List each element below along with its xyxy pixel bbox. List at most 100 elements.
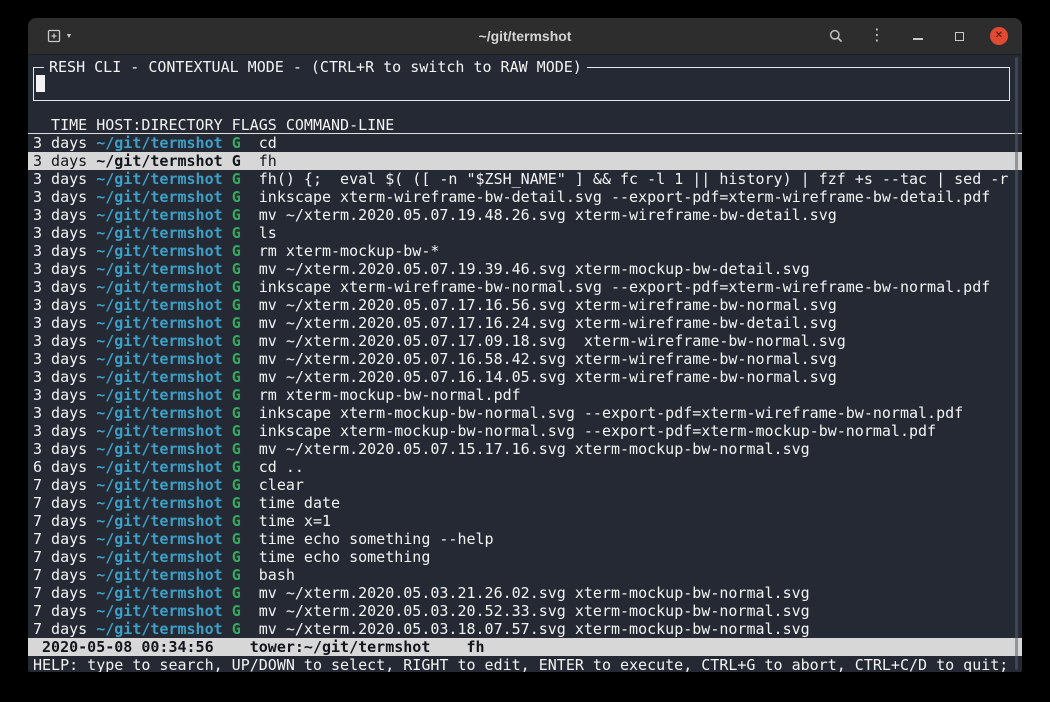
row-flags: G [232,422,241,440]
row-gap [223,494,232,512]
row-directory: ~/git/termshot [96,494,222,512]
blank-line [28,101,1022,116]
history-row[interactable]: 3 days ~/git/termshot G rm xterm-mockup-… [28,242,1022,260]
row-time: 3 days [33,296,96,314]
row-directory: ~/git/termshot [96,476,222,494]
history-row[interactable]: 3 days ~/git/termshot G mv ~/xterm.2020.… [28,350,1022,368]
row-directory: ~/git/termshot [96,584,222,602]
history-row[interactable]: 3 days ~/git/termshot G mv ~/xterm.2020.… [28,296,1022,314]
row-command: inkscape xterm-mockup-bw-normal.svg --ex… [241,404,963,422]
row-gap [223,584,232,602]
history-row[interactable]: 7 days ~/git/termshot G clear [28,476,1022,494]
close-button[interactable]: ✕ [990,27,1008,45]
history-row-selected[interactable]: 3 days ~/git/termshot G fh [28,152,1022,170]
row-gap [223,422,232,440]
restore-button[interactable] [949,24,969,48]
row-gap [223,458,232,476]
history-row[interactable]: 6 days ~/git/termshot G cd .. [28,458,1022,476]
row-time: 7 days [33,620,96,638]
history-row[interactable]: 7 days ~/git/termshot G time echo someth… [28,530,1022,548]
row-flags: G [232,332,241,350]
row-time: 7 days [33,548,96,566]
history-row[interactable]: 3 days ~/git/termshot G mv ~/xterm.2020.… [28,440,1022,458]
row-gap [223,224,232,242]
history-row[interactable]: 7 days ~/git/termshot G mv ~/xterm.2020.… [28,620,1022,638]
row-gap [223,260,232,278]
row-gap [223,440,232,458]
row-directory: ~/git/termshot [96,242,222,260]
row-command: clear [241,476,304,494]
row-command: time date [241,494,340,512]
row-gap [223,404,232,422]
row-command: cd [241,134,277,152]
row-command: rm xterm-mockup-bw-* [241,242,440,260]
row-flags: G [232,170,241,188]
history-row[interactable]: 7 days ~/git/termshot G mv ~/xterm.2020.… [28,602,1022,620]
history-row[interactable]: 3 days ~/git/termshot G ls [28,224,1022,242]
row-directory: ~/git/termshot [96,368,222,386]
row-time: 3 days [33,206,96,224]
row-gap [223,134,232,152]
history-row[interactable]: 3 days ~/git/termshot G inkscape xterm-w… [28,188,1022,206]
search-input[interactable]: RESH CLI - CONTEXTUAL MODE - (CTRL+R to … [33,67,1010,101]
row-gap [223,314,232,332]
history-row[interactable]: 3 days ~/git/termshot G fh() {; eval $( … [28,170,1022,188]
history-row[interactable]: 3 days ~/git/termshot G mv ~/xterm.2020.… [28,314,1022,332]
row-directory: ~/git/termshot [96,152,222,170]
row-directory: ~/git/termshot [96,170,222,188]
row-time: 3 days [33,134,96,152]
new-tab-button[interactable]: ▼ [42,24,76,48]
history-row[interactable]: 7 days ~/git/termshot G time date [28,494,1022,512]
history-row[interactable]: 7 days ~/git/termshot G bash [28,566,1022,584]
row-flags: G [232,512,241,530]
scrollbar[interactable] [1015,57,1018,670]
history-row[interactable]: 3 days ~/git/termshot G mv ~/xterm.2020.… [28,332,1022,350]
history-row[interactable]: 3 days ~/git/termshot G mv ~/xterm.2020.… [28,260,1022,278]
row-command: time x=1 [241,512,331,530]
history-row[interactable]: 3 days ~/git/termshot G mv ~/xterm.2020.… [28,206,1022,224]
history-row[interactable]: 3 days ~/git/termshot G cd [28,134,1022,152]
history-row[interactable]: 3 days ~/git/termshot G inkscape xterm-w… [28,278,1022,296]
history-row[interactable]: 7 days ~/git/termshot G time x=1 [28,512,1022,530]
row-flags: G [232,584,241,602]
restore-icon [955,32,964,41]
row-flags: G [232,242,241,260]
row-command: mv ~/xterm.2020.05.07.19.39.46.svg xterm… [241,260,810,278]
row-directory: ~/git/termshot [96,350,222,368]
row-directory: ~/git/termshot [96,206,222,224]
row-flags: G [232,224,241,242]
row-directory: ~/git/termshot [96,404,222,422]
search-button[interactable] [826,24,846,48]
row-flags: G [232,494,241,512]
row-flags: G [232,206,241,224]
minimize-icon [913,38,923,40]
row-time: 7 days [33,512,96,530]
row-gap [223,368,232,386]
history-row[interactable]: 3 days ~/git/termshot G inkscape xterm-m… [28,422,1022,440]
row-gap [223,188,232,206]
menu-button[interactable]: ⋮ [867,24,887,48]
history-row[interactable]: 7 days ~/git/termshot G mv ~/xterm.2020.… [28,584,1022,602]
row-directory: ~/git/termshot [96,548,222,566]
row-gap [223,242,232,260]
row-gap [223,152,232,170]
history-row[interactable]: 3 days ~/git/termshot G rm xterm-mockup-… [28,386,1022,404]
history-row[interactable]: 3 days ~/git/termshot G mv ~/xterm.2020.… [28,368,1022,386]
row-flags: G [232,368,241,386]
row-flags: G [232,602,241,620]
row-gap [223,170,232,188]
row-gap [223,566,232,584]
history-row[interactable]: 7 days ~/git/termshot G time echo someth… [28,548,1022,566]
row-gap [223,278,232,296]
row-command: ls [241,224,277,242]
chevron-down-icon: ▼ [66,33,73,40]
terminal-content[interactable]: RESH CLI - CONTEXTUAL MODE - (CTRL+R to … [28,55,1022,672]
row-time: 3 days [33,242,96,260]
minimize-button[interactable] [908,24,928,48]
row-directory: ~/git/termshot [96,134,222,152]
row-flags: G [232,566,241,584]
help-line: HELP: type to search, UP/DOWN to select,… [28,656,1022,672]
titlebar[interactable]: ▼ ~/git/termshot ⋮ [28,18,1022,55]
row-time: 3 days [33,440,96,458]
history-row[interactable]: 3 days ~/git/termshot G inkscape xterm-m… [28,404,1022,422]
